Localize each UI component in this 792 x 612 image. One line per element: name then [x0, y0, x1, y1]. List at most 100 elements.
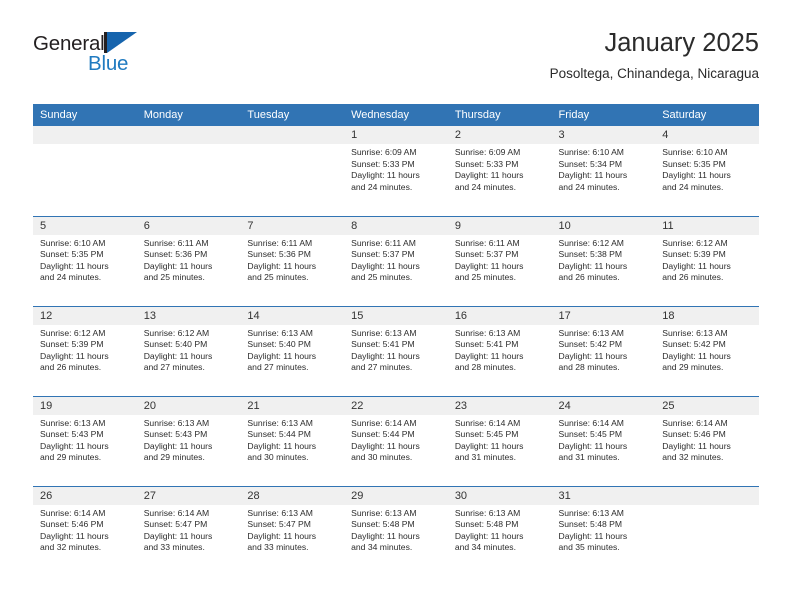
daylight-duration-line2: and 24 minutes. [40, 272, 102, 283]
day-sun-info: Sunrise: 6:12 AM Sunset: 5:39 PM Daylight:… [33, 325, 137, 374]
sunrise-time: Sunrise: 6:12 AM [143, 327, 210, 338]
sunrise-time: Sunrise: 6:13 AM [247, 507, 313, 518]
day-number [33, 126, 137, 144]
calendar-day-cell[interactable]: 24 Sunrise: 6:14 AM Sunset: 5:45 PM Dayligh… [551, 395, 656, 486]
daylight-duration-line1: Daylight: 11 hours [40, 440, 109, 451]
sunrise-time: Sunrise: 6:12 AM [662, 237, 728, 248]
calendar-day-cell[interactable]: 12 Sunrise: 6:12 AM Sunset: 5:39 PM Dayligh… [33, 305, 137, 396]
sunset-time: Sunset: 5:39 PM [40, 339, 104, 350]
calendar-day-cell[interactable]: 31 Sunrise: 6:13 AM Sunset: 5:48 PM Dayligh… [551, 485, 656, 576]
daylight-duration-line1: Daylight: 11 hours [558, 530, 628, 541]
day-sun-info: Sunrise: 6:10 AM Sunset: 5:34 PM Daylight:… [552, 144, 656, 193]
day-sun-info: Sunrise: 6:13 AM Sunset: 5:42 PM Daylight:… [552, 325, 656, 374]
sunset-time: Sunset: 5:35 PM [662, 158, 726, 169]
day-sun-info: Sunrise: 6:14 AM Sunset: 5:46 PM Daylight:… [33, 505, 137, 554]
sunset-time: Sunset: 5:48 PM [351, 519, 415, 530]
sunset-time: Sunset: 5:44 PM [247, 429, 311, 440]
day-number: 21 [240, 396, 345, 415]
daylight-duration-line2: and 29 minutes. [662, 362, 724, 373]
daylight-duration-line1: Daylight: 11 hours [351, 260, 420, 271]
sunrise-time: Sunrise: 6:11 AM [454, 237, 520, 248]
sunset-time: Sunset: 5:36 PM [143, 249, 208, 260]
day-sun-info: Sunrise: 6:14 AM Sunset: 5:47 PM Daylight:… [137, 505, 241, 554]
calendar-day-cell[interactable]: 23 Sunrise: 6:14 AM Sunset: 5:45 PM Dayligh… [447, 395, 552, 486]
calendar-day-cell[interactable]: 22 Sunrise: 6:14 AM Sunset: 5:44 PM Dayligh… [344, 395, 448, 486]
title-block: January 2025 Posoltega, Chinandega, Nica… [550, 28, 759, 84]
daylight-duration-line2: and 28 minutes. [454, 362, 516, 373]
sunrise-time: Sunrise: 6:14 AM [662, 417, 728, 428]
calendar-day-cell[interactable]: 10 Sunrise: 6:12 AM Sunset: 5:38 PM Dayligh… [551, 215, 656, 306]
calendar-day-cell[interactable]: 25 Sunrise: 6:14 AM Sunset: 5:46 PM Dayligh… [655, 395, 759, 486]
sunrise-time: Sunrise: 6:14 AM [454, 417, 521, 428]
calendar-day-cell[interactable]: 17 Sunrise: 6:13 AM Sunset: 5:42 PM Dayligh… [551, 305, 656, 396]
sunrise-time: Sunrise: 6:13 AM [454, 327, 521, 338]
weekday-header-row: Sunday Monday Tuesday Wednesday Thursday… [33, 104, 759, 126]
day-number: 10 [551, 216, 656, 235]
calendar-day-cell[interactable]: 21 Sunrise: 6:13 AM Sunset: 5:44 PM Dayligh… [240, 395, 345, 486]
calendar-day-cell[interactable]: 6 Sunrise: 6:11 AM Sunset: 5:36 PM Daylight… [136, 215, 241, 306]
day-sun-info: Sunrise: 6:12 AM Sunset: 5:39 PM Daylight:… [655, 235, 759, 284]
day-number: 12 [33, 306, 137, 325]
day-number: 1 [344, 126, 448, 144]
calendar-day-cell[interactable]: 26 Sunrise: 6:14 AM Sunset: 5:46 PM Dayligh… [33, 485, 137, 576]
sunset-time: Sunset: 5:40 PM [143, 339, 208, 350]
daylight-duration-line1: Daylight: 11 hours [143, 530, 213, 541]
day-sun-info: Sunrise: 6:13 AM Sunset: 5:43 PM Daylight:… [33, 415, 137, 464]
calendar-day-cell[interactable]: 1 Sunrise: 6:09 AM Sunset: 5:33 PM Daylight… [344, 126, 448, 216]
sunrise-time: Sunrise: 6:13 AM [454, 507, 521, 518]
daylight-duration-line1: Daylight: 11 hours [143, 350, 213, 361]
calendar-day-cell[interactable]: 20 Sunrise: 6:13 AM Sunset: 5:43 PM Dayligh… [136, 395, 241, 486]
daylight-duration-line2: and 26 minutes. [40, 362, 102, 373]
day-number: 3 [551, 126, 656, 144]
day-number: 28 [240, 486, 345, 505]
calendar-day-cell[interactable]: 14 Sunrise: 6:13 AM Sunset: 5:40 PM Dayligh… [240, 305, 345, 396]
calendar-day-cell[interactable]: 3 Sunrise: 6:10 AM Sunset: 5:34 PM Daylight… [551, 126, 656, 216]
calendar-day-cell[interactable]: 13 Sunrise: 6:12 AM Sunset: 5:40 PM Dayligh… [136, 305, 241, 396]
calendar-day-cell[interactable]: 9 Sunrise: 6:11 AM Sunset: 5:37 PM Daylight… [447, 215, 552, 306]
sunset-time: Sunset: 5:43 PM [143, 429, 208, 440]
day-number: 2 [447, 126, 552, 144]
day-number: 13 [136, 306, 241, 325]
daylight-duration-line2: and 26 minutes. [558, 272, 620, 283]
calendar-day-cell[interactable]: 29 Sunrise: 6:13 AM Sunset: 5:48 PM Dayligh… [344, 485, 448, 576]
calendar-day-cell[interactable]: 19 Sunrise: 6:13 AM Sunset: 5:43 PM Dayligh… [33, 395, 137, 486]
daylight-duration-line2: and 33 minutes. [247, 542, 309, 553]
sunrise-time: Sunrise: 6:13 AM [143, 417, 210, 428]
day-number: 26 [33, 486, 137, 505]
calendar-day-cell[interactable]: 28 Sunrise: 6:13 AM Sunset: 5:47 PM Dayligh… [240, 485, 345, 576]
day-sun-info: Sunrise: 6:13 AM Sunset: 5:42 PM Daylight:… [655, 325, 759, 374]
sunset-time: Sunset: 5:41 PM [351, 339, 415, 350]
daylight-duration-line1: Daylight: 11 hours [662, 170, 731, 181]
calendar-day-cell-empty [136, 126, 241, 216]
day-number: 16 [447, 306, 552, 325]
daylight-duration-line2: and 33 minutes. [143, 542, 205, 553]
calendar-day-cell[interactable]: 15 Sunrise: 6:13 AM Sunset: 5:41 PM Dayligh… [344, 305, 448, 396]
day-number: 11 [655, 216, 759, 235]
sunset-time: Sunset: 5:36 PM [247, 249, 311, 260]
day-sun-info: Sunrise: 6:11 AM Sunset: 5:36 PM Daylight:… [240, 235, 344, 284]
calendar-day-cell[interactable]: 7 Sunrise: 6:11 AM Sunset: 5:36 PM Daylight… [240, 215, 345, 306]
calendar-day-cell[interactable]: 16 Sunrise: 6:13 AM Sunset: 5:41 PM Dayligh… [447, 305, 552, 396]
calendar-day-cell[interactable]: 8 Sunrise: 6:11 AM Sunset: 5:37 PM Daylight… [344, 215, 448, 306]
weekday-header-wednesday: Wednesday [344, 104, 448, 126]
weekday-header-sunday: Sunday [33, 104, 137, 126]
daylight-duration-line2: and 32 minutes. [40, 542, 102, 553]
sunrise-time: Sunrise: 6:14 AM [143, 507, 210, 518]
calendar-day-cell[interactable]: 5 Sunrise: 6:10 AM Sunset: 5:35 PM Daylight… [33, 215, 137, 306]
calendar-day-cell[interactable]: 18 Sunrise: 6:13 AM Sunset: 5:42 PM Dayligh… [655, 305, 759, 396]
daylight-duration-line2: and 25 minutes. [143, 272, 205, 283]
daylight-duration-line2: and 25 minutes. [454, 272, 516, 283]
sunset-time: Sunset: 5:41 PM [454, 339, 519, 350]
day-number: 6 [136, 216, 241, 235]
calendar-day-cell[interactable]: 11 Sunrise: 6:12 AM Sunset: 5:39 PM Dayligh… [655, 215, 759, 306]
day-sun-info: Sunrise: 6:12 AM Sunset: 5:40 PM Daylight:… [137, 325, 241, 374]
day-sun-info: Sunrise: 6:14 AM Sunset: 5:45 PM Daylight:… [552, 415, 656, 464]
daylight-duration-line1: Daylight: 11 hours [558, 260, 628, 271]
calendar-day-cell[interactable]: 30 Sunrise: 6:13 AM Sunset: 5:48 PM Dayligh… [447, 485, 552, 576]
calendar-day-cell[interactable]: 27 Sunrise: 6:14 AM Sunset: 5:47 PM Dayligh… [136, 485, 241, 576]
calendar-day-cell[interactable]: 2 Sunrise: 6:09 AM Sunset: 5:33 PM Daylight… [447, 126, 552, 216]
sunrise-time: Sunrise: 6:11 AM [247, 237, 313, 248]
calendar-day-cell[interactable]: 4 Sunrise: 6:10 AM Sunset: 5:35 PM Daylight… [655, 126, 759, 216]
day-sun-info: Sunrise: 6:13 AM Sunset: 5:48 PM Daylight:… [552, 505, 656, 554]
calendar-week-row: 19 Sunrise: 6:13 AM Sunset: 5:43 PM Dayligh… [33, 395, 759, 486]
